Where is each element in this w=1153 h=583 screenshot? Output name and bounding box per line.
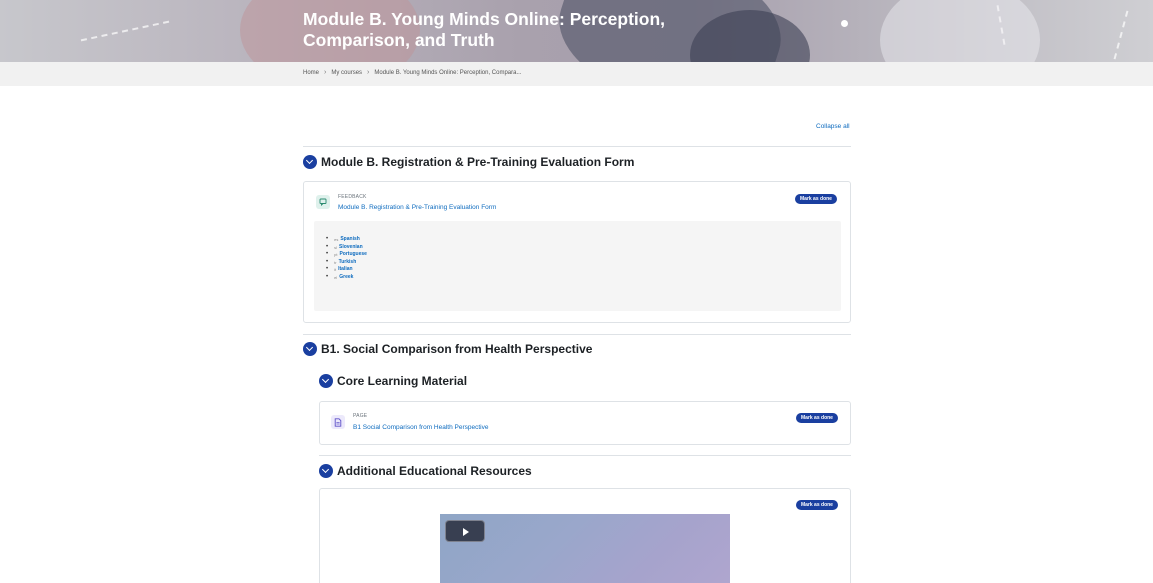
chevron-down-icon[interactable] [303,342,317,356]
subsection-header[interactable]: Additional Educational Resources [319,464,532,478]
activity-link[interactable]: B1 Social Comparison from Health Perspec… [353,424,488,431]
list-item[interactable]: esSpanish [326,236,367,244]
language-link-italian[interactable]: Italian [338,266,352,274]
subsection-title: Core Learning Material [337,374,468,388]
banner-dashed-line [80,20,170,42]
collapse-all-link[interactable]: Collapse all [816,123,850,130]
subsection-header[interactable]: Core Learning Material [319,374,467,388]
section-divider [303,146,851,147]
play-icon[interactable] [445,520,485,542]
banner-dashed-line [1113,10,1129,60]
list-item[interactable]: itItalian [326,266,367,274]
course-title: Module B. Young Minds Online: Perception… [303,9,665,50]
activity-card: PAGE B1 Social Comparison from Health Pe… [319,401,851,445]
breadcrumb-bar: Home › My courses › Module B. Young Mind… [0,62,1153,86]
subsection-title: Additional Educational Resources [337,464,532,478]
language-link-greek[interactable]: Greek [339,274,353,282]
breadcrumb-home[interactable]: Home [303,70,319,76]
chevron-right-icon: › [367,69,370,76]
banner-dot-icon [841,20,848,27]
language-link-slovenian[interactable]: Slovenian [339,244,363,252]
chevron-down-icon[interactable] [303,155,317,169]
feedback-icon [316,195,330,209]
section-divider [319,455,851,456]
chevron-down-icon[interactable] [319,464,333,478]
list-item[interactable]: ptPortuguese [326,251,367,259]
activity-card: FEEDBACK Module B. Registration & Pre-Tr… [303,181,851,323]
chevron-right-icon: › [324,69,327,76]
language-link-portuguese[interactable]: Portuguese [339,251,367,259]
banner-illustration-shape [880,0,1040,62]
breadcrumb-my-courses[interactable]: My courses [331,70,362,76]
breadcrumb-current: Module B. Young Minds Online: Perception… [374,69,522,76]
language-link-spanish[interactable]: Spanish [340,236,359,244]
language-links-box: esSpanish slSlovenian ptPortuguese trTur… [314,221,841,311]
list-item[interactable]: slSlovenian [326,244,367,252]
video-player[interactable] [440,514,730,583]
activity-type-label: FEEDBACK [338,194,367,200]
section-header[interactable]: Module B. Registration & Pre-Training Ev… [303,155,634,169]
mark-as-done-button[interactable]: Mark as done [795,194,837,204]
list-item[interactable]: elGreek [326,274,367,282]
section-title: B1. Social Comparison from Health Perspe… [321,342,593,356]
activity-type-label: PAGE [353,413,368,419]
course-header-banner: Module B. Young Minds Online: Perception… [0,0,1153,62]
section-header[interactable]: B1. Social Comparison from Health Perspe… [303,342,592,356]
section-title: Module B. Registration & Pre-Training Ev… [321,155,635,169]
mark-as-done-button[interactable]: Mark as done [796,413,838,423]
list-item[interactable]: trTurkish [326,259,367,267]
language-link-turkish[interactable]: Turkish [339,259,357,267]
chevron-down-icon[interactable] [319,374,333,388]
breadcrumb: Home › My courses › Module B. Young Mind… [303,69,521,76]
mark-as-done-button[interactable]: Mark as done [796,500,838,510]
activity-link[interactable]: Module B. Registration & Pre-Training Ev… [338,204,496,211]
language-list: esSpanish slSlovenian ptPortuguese trTur… [326,236,367,282]
section-divider [303,334,851,335]
page-icon [331,415,345,429]
